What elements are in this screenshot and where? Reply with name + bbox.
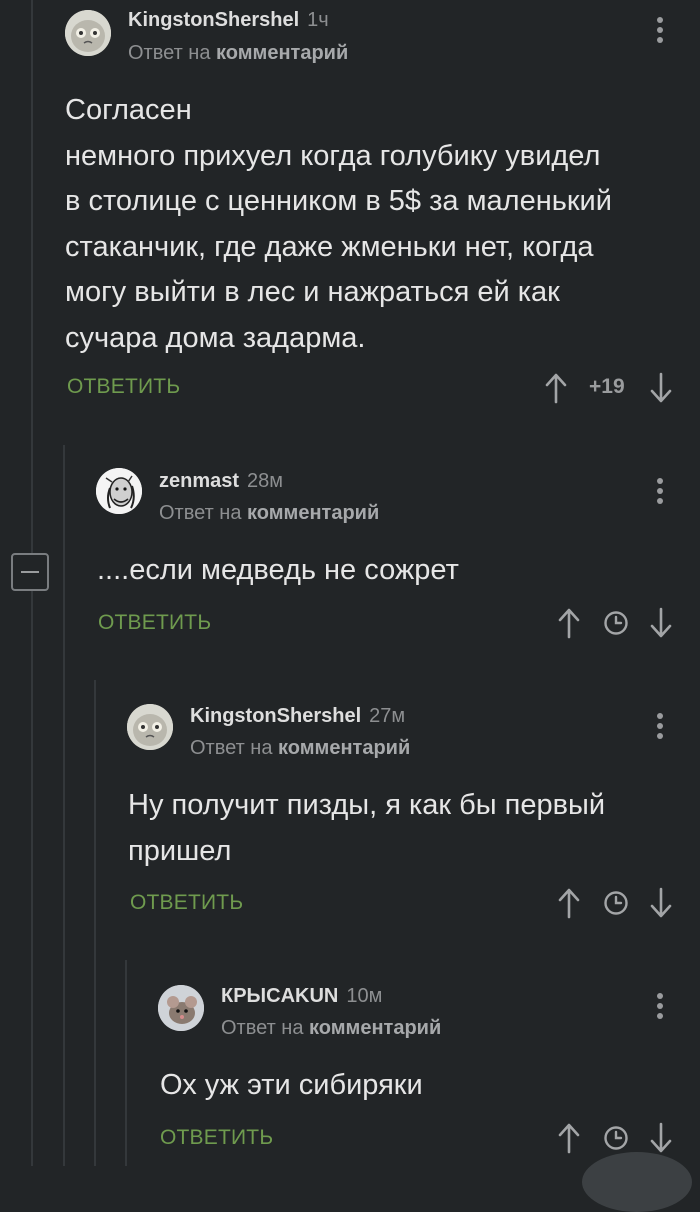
thread-line-level-3 bbox=[125, 960, 127, 1166]
arrow-down-icon[interactable] bbox=[650, 1122, 672, 1154]
reply-to-note: Ответ на комментарий bbox=[159, 502, 379, 525]
kebab-menu-icon[interactable] bbox=[657, 993, 663, 1023]
thread-line-level-2 bbox=[94, 680, 96, 1166]
arrow-up-icon[interactable] bbox=[545, 372, 567, 404]
reply-target-link[interactable]: комментарий bbox=[309, 1017, 441, 1039]
arrow-down-icon[interactable] bbox=[650, 607, 672, 639]
kebab-menu-icon[interactable] bbox=[657, 478, 663, 508]
reply-target-link[interactable]: комментарий bbox=[278, 737, 410, 759]
comment-author[interactable]: zenmast 28м bbox=[159, 470, 283, 493]
avatar[interactable] bbox=[65, 10, 111, 56]
author-name[interactable]: zenmast bbox=[159, 470, 239, 492]
comment-time: 28м bbox=[247, 470, 284, 492]
avatar[interactable] bbox=[127, 704, 173, 750]
reply-to-note: Ответ на комментарий bbox=[221, 1017, 441, 1040]
clock-icon bbox=[604, 891, 628, 915]
kebab-menu-icon[interactable] bbox=[657, 713, 663, 743]
comment-author[interactable]: KingstonShershel 27м bbox=[190, 705, 405, 728]
arrow-down-icon[interactable] bbox=[650, 372, 672, 404]
comment-text: ....если медведь не сожрет bbox=[97, 554, 459, 586]
reply-target-link[interactable]: комментарий bbox=[216, 42, 348, 64]
reply-prefix: Ответ на bbox=[190, 737, 273, 759]
reply-button[interactable]: ОТВЕТИТЬ bbox=[160, 1126, 273, 1150]
arrow-up-icon[interactable] bbox=[558, 1122, 580, 1154]
clock-icon bbox=[604, 611, 628, 635]
comment-text: Согласен немного прихуел когда голубику … bbox=[65, 94, 612, 354]
comment-time: 27м bbox=[369, 705, 406, 727]
comment-author[interactable]: КРЫСAKUN 10м bbox=[221, 985, 382, 1008]
comment-text: Ну получит пизды, я как бы первый пришел bbox=[128, 789, 606, 867]
avatar[interactable] bbox=[96, 468, 142, 514]
vote-score: +19 bbox=[589, 375, 625, 398]
author-name[interactable]: КРЫСAKUN bbox=[221, 985, 338, 1007]
reply-prefix: Ответ на bbox=[159, 502, 242, 524]
reply-button[interactable]: ОТВЕТИТЬ bbox=[67, 375, 180, 399]
reply-prefix: Ответ на bbox=[221, 1017, 304, 1039]
floating-action-button[interactable] bbox=[582, 1152, 692, 1212]
collapse-thread-button[interactable] bbox=[11, 553, 49, 591]
minus-icon bbox=[21, 571, 39, 573]
reply-to-note: Ответ на комментарий bbox=[190, 737, 410, 760]
author-name[interactable]: KingstonShershel bbox=[128, 9, 299, 31]
thread-line-level-1 bbox=[63, 445, 65, 1166]
arrow-down-icon[interactable] bbox=[650, 887, 672, 919]
comment-time: 10м bbox=[346, 985, 383, 1007]
comment-time: 1ч bbox=[307, 9, 329, 31]
reply-prefix: Ответ на bbox=[128, 42, 211, 64]
kebab-menu-icon[interactable] bbox=[657, 17, 663, 47]
reply-button[interactable]: ОТВЕТИТЬ bbox=[130, 891, 243, 915]
comment-author[interactable]: KingstonShershel 1ч bbox=[128, 9, 329, 32]
author-name[interactable]: KingstonShershel bbox=[190, 705, 361, 727]
arrow-up-icon[interactable] bbox=[558, 607, 580, 639]
reply-button[interactable]: ОТВЕТИТЬ bbox=[98, 611, 211, 635]
clock-icon bbox=[604, 1126, 628, 1150]
arrow-up-icon[interactable] bbox=[558, 887, 580, 919]
reply-target-link[interactable]: комментарий bbox=[247, 502, 379, 524]
avatar[interactable] bbox=[158, 985, 204, 1031]
reply-to-note: Ответ на комментарий bbox=[128, 42, 348, 65]
comment-text: Ох уж эти сибиряки bbox=[160, 1069, 423, 1101]
